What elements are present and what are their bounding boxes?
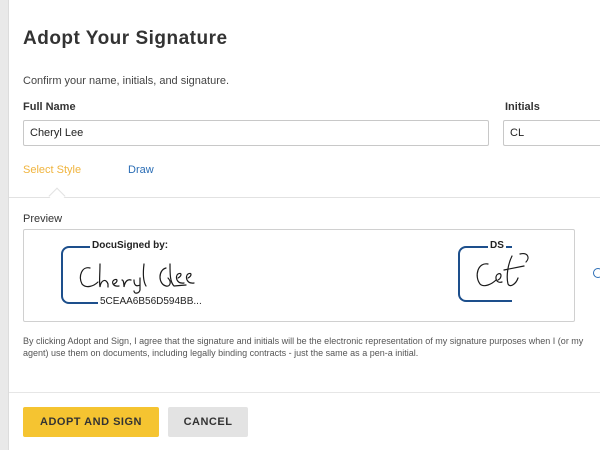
signature-drawing	[79, 263, 195, 294]
cancel-button[interactable]: CANCEL	[168, 407, 248, 437]
adopt-and-sign-button[interactable]: ADOPT AND SIGN	[23, 407, 159, 437]
dialog-title: Adopt Your Signature	[23, 28, 228, 49]
tab-select-style[interactable]: Select Style	[23, 164, 81, 176]
full-name-label: Full Name	[23, 101, 76, 113]
adopt-signature-dialog: Adopt Your Signature Confirm your name, …	[8, 0, 600, 450]
initials-drawing	[476, 253, 529, 287]
initials-label: Initials	[505, 101, 540, 113]
dialog-footer: ADOPT AND SIGN CANCEL	[9, 392, 600, 450]
signature-id: 5CEAA6B56D594BB...	[98, 296, 204, 307]
signature-preview: DocuSigned by: 5CEAA6B56D594BB... DS	[23, 229, 575, 322]
active-tab-pointer	[48, 187, 66, 205]
legal-disclaimer: By clicking Adopt and Sign, I agree that…	[23, 336, 584, 358]
style-tabs: Select Style Draw	[9, 160, 600, 205]
full-name-input[interactable]	[23, 120, 489, 146]
preview-label: Preview	[23, 213, 63, 225]
tab-draw[interactable]: Draw	[128, 164, 154, 176]
dialog-subtitle: Confirm your name, initials, and signatu…	[23, 75, 230, 87]
info-icon[interactable]	[593, 268, 600, 278]
initials-input[interactable]	[503, 120, 600, 146]
signature-header: DocuSigned by:	[90, 240, 171, 251]
